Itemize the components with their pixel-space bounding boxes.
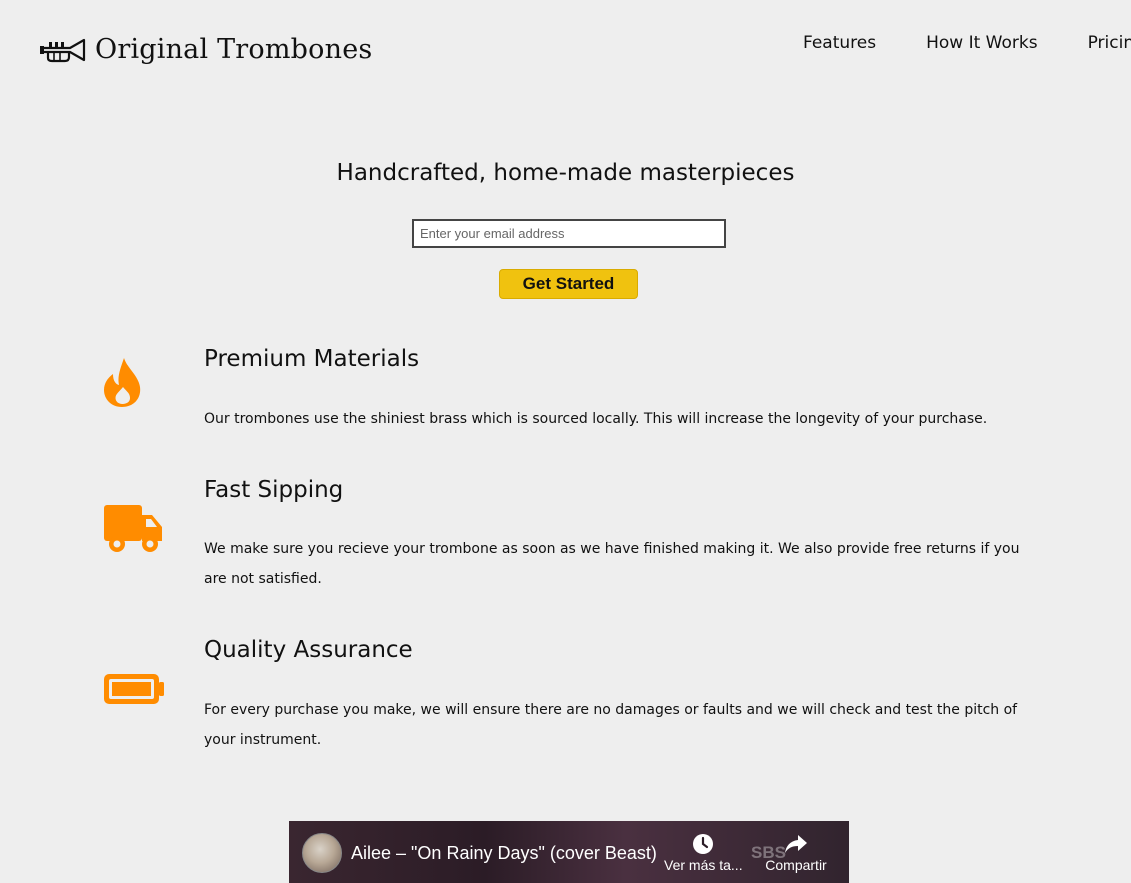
nav-link-features[interactable]: Features	[803, 33, 876, 53]
watch-later-label: Ver más ta...	[664, 857, 743, 873]
trumpet-icon	[40, 37, 86, 63]
email-input[interactable]	[412, 219, 726, 248]
nav-link-how-it-works[interactable]: How It Works	[926, 33, 1037, 53]
video-embed[interactable]: Ailee – "On Rainy Days" (cover Beast) SB…	[289, 821, 849, 883]
truck-icon	[100, 503, 166, 555]
nav-link-pricing[interactable]: Pricing	[1088, 33, 1131, 53]
brand-logo[interactable]: Original Trombones	[40, 34, 372, 65]
share-button[interactable]: Compartir	[762, 833, 830, 873]
clock-icon	[693, 834, 713, 854]
watch-later-button[interactable]: Ver más ta...	[664, 833, 743, 873]
feature-title-premium-materials: Premium Materials	[204, 346, 420, 372]
get-started-button[interactable]: Get Started	[499, 269, 638, 299]
feature-description: Our trombones use the shiniest brass whi…	[204, 411, 988, 427]
main-nav: Features How It Works Pricing	[803, 33, 1131, 53]
feature-description: We make sure you recieve your trombone a…	[204, 541, 1020, 587]
battery-icon	[100, 672, 166, 706]
feature-title-fast-shipping: Fast Sipping	[204, 477, 344, 503]
landing-page: Original Trombones Features How It Works…	[0, 0, 1131, 883]
share-icon	[785, 835, 807, 853]
video-title[interactable]: Ailee – "On Rainy Days" (cover Beast)	[351, 843, 657, 864]
feature-title-quality-assurance: Quality Assurance	[204, 637, 413, 663]
hero-title: Handcrafted, home-made masterpieces	[336, 160, 795, 186]
share-label: Compartir	[765, 857, 827, 873]
brand-name: Original Trombones	[95, 34, 373, 65]
fire-icon	[100, 357, 146, 409]
channel-avatar[interactable]	[302, 833, 342, 873]
feature-description: For every purchase you make, we will ens…	[204, 702, 1018, 748]
